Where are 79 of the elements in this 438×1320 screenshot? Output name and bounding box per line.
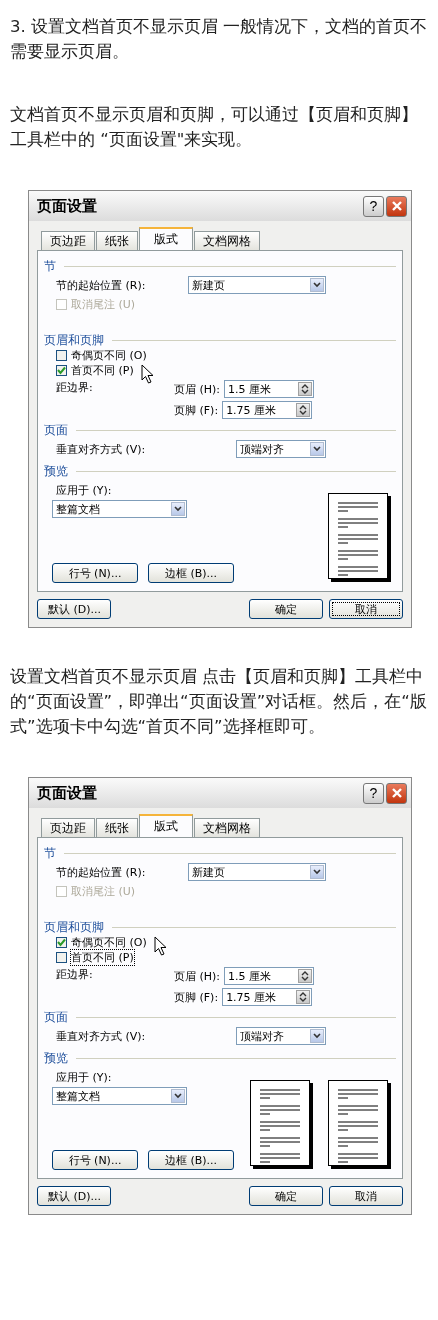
help-button[interactable]: ? [363, 195, 384, 217]
dropdown[interactable]: 整篇文档 [52, 1087, 187, 1105]
number-spinner[interactable]: 1.75 厘米 [222, 988, 313, 1006]
field-label: 页眉 (H): [174, 381, 221, 397]
window-title: 页面设置 [37, 783, 98, 803]
tab[interactable]: 版式 [139, 227, 193, 250]
dropdown[interactable]: 新建页 [188, 276, 326, 294]
number-spinner[interactable]: 1.75 厘米 [222, 401, 313, 419]
field-label: 垂直对齐方式 (V): [55, 1028, 147, 1044]
dialog-button[interactable]: 边框 (B)... [148, 563, 234, 583]
tab[interactable]: 版式 [139, 814, 193, 837]
field-label: 应用于 (Y): [55, 1070, 113, 1085]
checkbox[interactable] [56, 937, 67, 948]
spinner-arrows-icon [296, 403, 311, 417]
tab[interactable]: 页边距 [41, 818, 95, 837]
group-heading: 页眉和页脚 [44, 333, 104, 348]
dialog-button[interactable]: 行号 (N)... [52, 1150, 138, 1170]
caret-icon [171, 1089, 185, 1103]
dialog-button[interactable]: 确定 [249, 599, 323, 619]
group-heading: 页面 [44, 1010, 68, 1025]
checkbox-label: 奇偶页不同 (O) [70, 348, 148, 364]
dropdown[interactable]: 顶端对齐 [236, 1027, 326, 1045]
number-spinner[interactable]: 1.5 厘米 [224, 967, 315, 985]
number-spinner[interactable]: 1.5 厘米 [224, 380, 315, 398]
article-paragraph: 3. 设置文档首页不显示页眉 一般情况下，文档的首页不需要显示页眉。 [9, 16, 429, 63]
checkbox-label: 取消尾注 (U) [70, 297, 137, 313]
checkbox-label: 首页不同 (P) [70, 363, 135, 379]
window-title: 页面设置 [37, 196, 98, 216]
group-heading: 节 [44, 259, 56, 274]
close-button[interactable] [386, 195, 407, 217]
group-heading: 页眉和页脚 [44, 920, 104, 935]
tab[interactable]: 文档网格 [194, 818, 260, 837]
field-label: 垂直对齐方式 (V): [55, 441, 147, 457]
tab[interactable]: 页边距 [41, 231, 95, 250]
checkbox[interactable] [56, 952, 67, 963]
group-heading: 页面 [44, 423, 68, 438]
field-label: 页脚 (F): [174, 989, 219, 1005]
caret-icon [310, 278, 324, 292]
close-button[interactable] [386, 782, 407, 804]
tab[interactable]: 纸张 [96, 231, 138, 250]
dialog-button[interactable]: 取消 [329, 599, 403, 619]
dialog-button[interactable]: 取消 [329, 1186, 403, 1206]
caret-icon [310, 865, 324, 879]
caret-icon [310, 1029, 324, 1043]
field-label: 节的起始位置 (R): [55, 864, 147, 880]
dropdown[interactable]: 顶端对齐 [236, 440, 326, 458]
close-icon [390, 200, 403, 212]
field-label: 应用于 (Y): [55, 483, 113, 498]
field-label: 距边界: [56, 967, 94, 983]
help-button[interactable]: ? [363, 782, 384, 804]
group-heading: 节 [44, 846, 56, 861]
field-label: 页脚 (F): [174, 402, 219, 418]
spinner-arrows-icon [296, 990, 311, 1004]
checkbox[interactable] [56, 350, 67, 361]
group-heading: 预览 [44, 464, 68, 479]
spinner-arrows-icon [298, 382, 313, 396]
article-paragraph: 文档首页不显示页眉和页脚，可以通过【页眉和页脚】工具栏中的 “页面设置"来实现。 [9, 104, 419, 151]
field-label: 节的起始位置 (R): [55, 277, 147, 293]
group-heading: 预览 [44, 1051, 68, 1066]
dropdown[interactable]: 整篇文档 [52, 500, 187, 518]
close-icon [390, 787, 403, 799]
checkbox-label: 首页不同 (P) [70, 949, 135, 966]
checkbox-label: 取消尾注 (U) [70, 884, 137, 900]
field-label: 页眉 (H): [174, 968, 221, 984]
dialog-button[interactable]: 默认 (D)... [37, 599, 111, 619]
checkbox[interactable] [56, 365, 67, 376]
dialog-button[interactable]: 行号 (N)... [52, 563, 138, 583]
caret-icon [171, 502, 185, 516]
checkbox-label: 奇偶页不同 (O) [70, 935, 148, 951]
caret-icon [310, 442, 324, 456]
article-paragraph: 设置文档首页不显示页眉 点击【页眉和页脚】工具栏中的“页面设置”，即弹出“页面设置”对话框。然后，在“版式”选项卡中勾选“首页不同”选择框即可。 [9, 666, 428, 738]
spinner-arrows-icon [298, 969, 313, 983]
dialog-button[interactable]: 边框 (B)... [148, 1150, 234, 1170]
dropdown[interactable]: 新建页 [188, 863, 326, 881]
dialog-button[interactable]: 确定 [249, 1186, 323, 1206]
tab[interactable]: 纸张 [96, 818, 138, 837]
dialog-button[interactable]: 默认 (D)... [37, 1186, 111, 1206]
tab[interactable]: 文档网格 [194, 231, 260, 250]
field-label: 距边界: [56, 380, 94, 396]
